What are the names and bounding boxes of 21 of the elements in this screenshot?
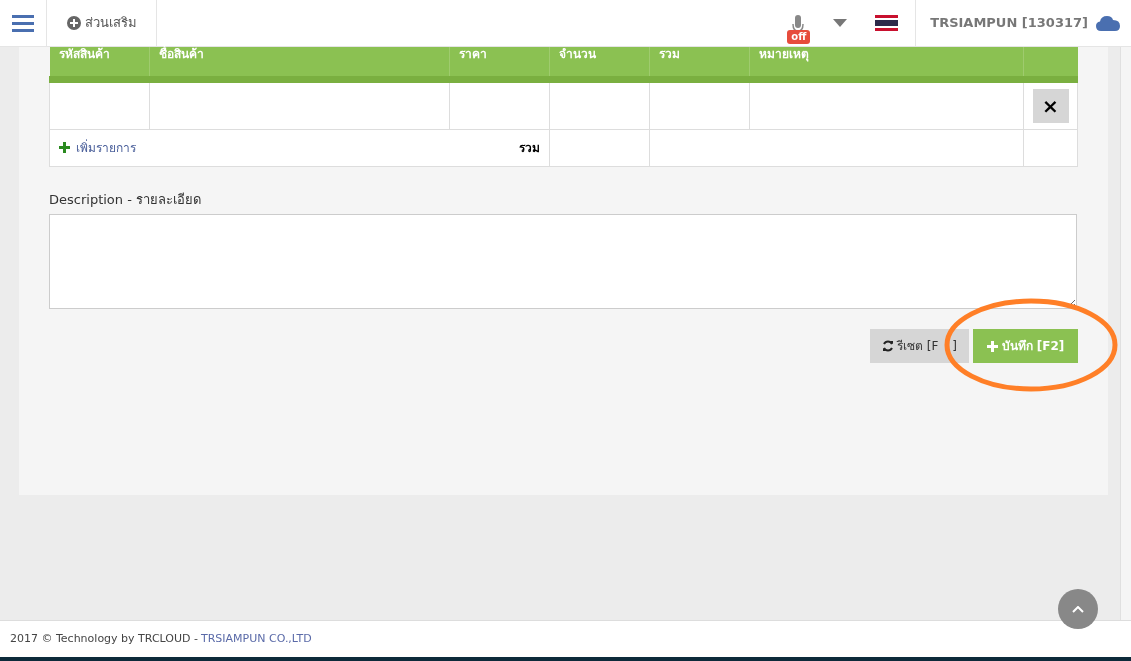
scroll-top-button[interactable] [1058, 589, 1098, 629]
thai-flag-icon[interactable] [875, 15, 899, 31]
plus-icon [59, 142, 70, 153]
caret-down-icon[interactable] [833, 19, 848, 27]
chevron-up-icon [1072, 605, 1084, 613]
description-field[interactable] [49, 214, 1077, 309]
company-link[interactable]: TRSIAMPUN CO.,LTD [200, 630, 312, 648]
addons-button[interactable]: ส่วนเสริม [47, 0, 157, 47]
plus-circle-icon [66, 16, 81, 30]
microphone-icon[interactable] [792, 15, 805, 30]
total-label: รวม [519, 139, 540, 157]
cloud-icon[interactable] [1096, 15, 1120, 31]
add-item-link[interactable]: เพิ่มรายการ [59, 138, 136, 157]
description-label: Description - รายละเอียด [49, 190, 202, 209]
plus-icon [986, 340, 998, 352]
reset-button[interactable]: รีเซต [F ] [870, 329, 969, 363]
refresh-icon [881, 340, 894, 352]
remove-row-button[interactable]: × [1032, 88, 1069, 123]
user-name[interactable]: TRSIAMPUN [130317] [930, 13, 1088, 33]
off-badge: off [787, 30, 811, 44]
footer-text: 2017 © Technology by TRCLOUD - [10, 630, 198, 647]
